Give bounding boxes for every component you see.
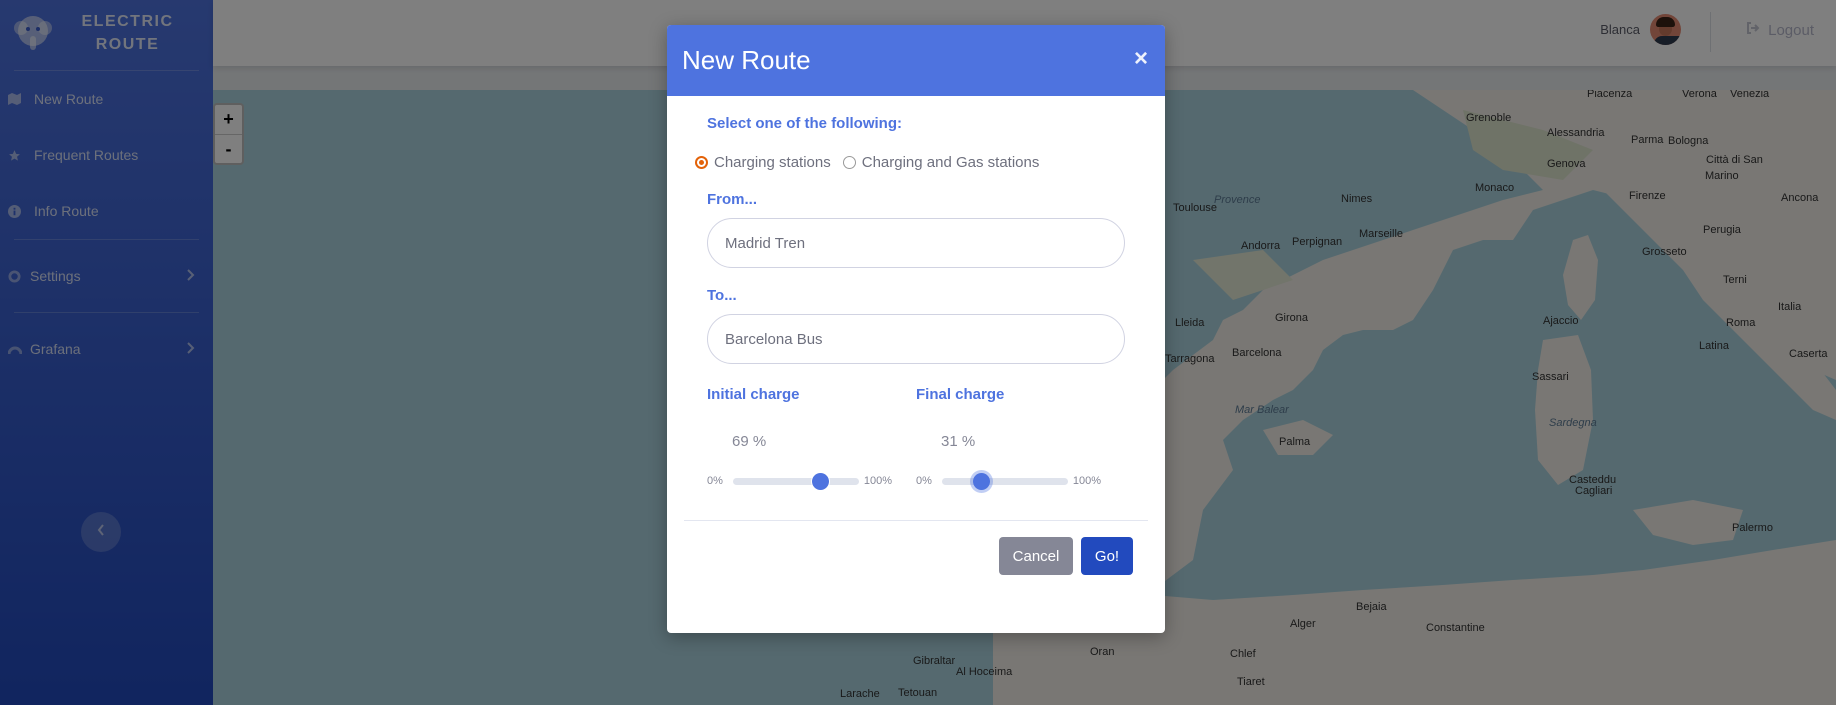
modal-title: New Route <box>682 45 811 75</box>
initial-charge-label: Initial charge <box>707 386 800 403</box>
to-label: To... <box>707 287 737 304</box>
close-icon[interactable]: × <box>1134 45 1148 73</box>
final-charge-slider[interactable] <box>941 472 1068 490</box>
slider-min-label: 0% <box>916 475 932 487</box>
initial-charge: Initial charge 69 % 0% 100% <box>707 386 916 490</box>
cancel-button[interactable]: Cancel <box>999 537 1073 575</box>
slider-min-label: 0% <box>707 475 723 487</box>
station-type-radio-group: Charging stations Charging and Gas stati… <box>695 154 1125 171</box>
charge-section: Initial charge 69 % 0% 100% Final charge… <box>707 386 1125 490</box>
modal-divider <box>684 520 1148 521</box>
from-label: From... <box>707 191 758 208</box>
from-input[interactable]: Madrid Tren <box>707 218 1125 268</box>
initial-charge-value: 69 % <box>732 433 767 450</box>
slider-handle[interactable] <box>972 472 990 490</box>
radio-label: Charging and Gas stations <box>861 154 1040 171</box>
slider-max-label: 100% <box>1072 475 1102 487</box>
final-charge: Final charge 31 % 0% 100% <box>916 386 1125 490</box>
final-charge-slider-row: 0% 100% <box>916 472 1125 490</box>
new-route-modal: New Route × Select one of the following:… <box>667 25 1165 633</box>
radio-charging-stations[interactable] <box>695 156 708 169</box>
initial-charge-slider-row: 0% 100% <box>707 472 916 490</box>
slider-max-label: 100% <box>863 475 893 487</box>
final-charge-value: 31 % <box>941 433 976 450</box>
slider-handle[interactable] <box>811 472 829 490</box>
radio-label: Charging stations <box>714 154 831 171</box>
final-charge-label: Final charge <box>916 386 1005 403</box>
modal-body: Select one of the following: Charging st… <box>667 115 1165 490</box>
to-input[interactable]: Barcelona Bus <box>707 314 1125 364</box>
go-button[interactable]: Go! <box>1081 537 1133 575</box>
select-label: Select one of the following: <box>707 115 902 132</box>
modal-footer: Cancel Go! <box>667 537 1165 575</box>
initial-charge-slider[interactable] <box>732 472 859 490</box>
radio-charging-and-gas-stations[interactable] <box>842 156 856 169</box>
modal-header: New Route × <box>667 25 1165 96</box>
